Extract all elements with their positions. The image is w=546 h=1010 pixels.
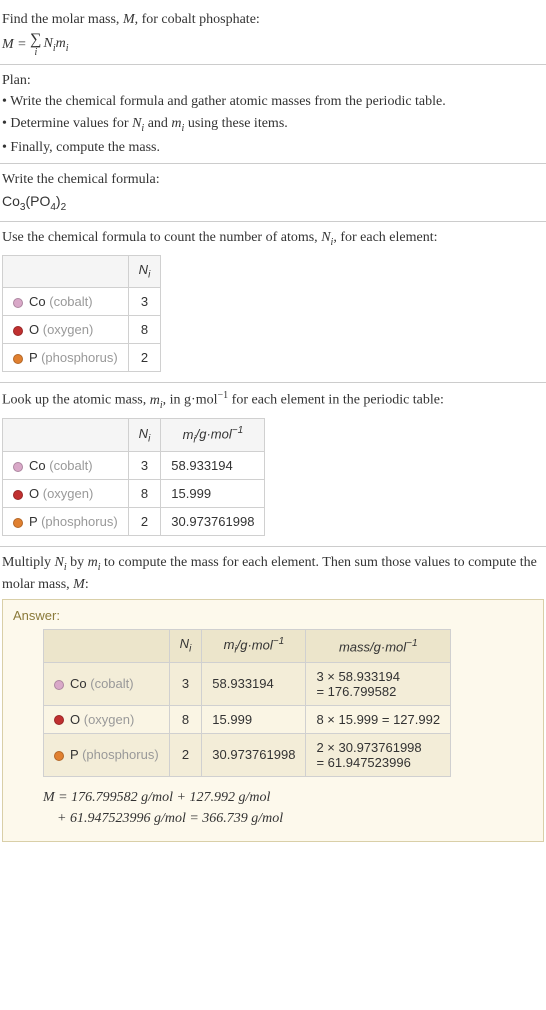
table-row: Co (cobalt) 3 58.933194 3 × 58.933194= 1… <box>44 662 451 705</box>
table-row: Co (cobalt) 3 <box>3 287 161 315</box>
element-dot-icon <box>54 751 64 761</box>
answer-table: Ni mi/g·mol−1 mass/g·mol−1 Co (cobalt) 3… <box>43 629 451 777</box>
element-dot-icon <box>13 518 23 528</box>
sigma-symbol: ∑ <box>30 32 41 48</box>
table-header-blank <box>44 629 170 662</box>
count-heading: Use the chemical formula to count the nu… <box>2 228 544 250</box>
table-header-ni: Ni <box>169 629 202 662</box>
table-header-blank <box>3 256 129 288</box>
element-dot-icon <box>13 354 23 364</box>
table-row: P (phosphorus) 2 30.973761998 2 × 30.973… <box>44 733 451 776</box>
answer-label: Answer: <box>13 608 533 623</box>
plan-bullet-2: • Determine values for Ni and mi using t… <box>2 114 544 136</box>
final-sum: M = 176.799582 g/mol + 127.992 g/mol + 6… <box>43 787 533 829</box>
molar-mass-formula: M = ∑ i Nimi <box>2 32 544 58</box>
plan-heading: Plan: <box>2 71 544 91</box>
answer-box: Answer: Ni mi/g·mol−1 mass/g·mol−1 Co (c… <box>2 599 544 842</box>
table-row: P (phosphorus) 2 <box>3 343 161 371</box>
table-header-mi: mi/g·mol−1 <box>202 629 306 662</box>
element-dot-icon <box>13 462 23 472</box>
table-row: P (phosphorus) 2 30.973761998 <box>3 508 265 536</box>
mass-calc: 2 × 30.973761998= 61.947523996 <box>306 733 451 776</box>
formula-section: Write the chemical formula: Co3(PO4)2 <box>0 164 546 221</box>
element-dot-icon <box>13 490 23 500</box>
intro-text: Find the molar mass, M, for cobalt phosp… <box>2 10 544 30</box>
chemical-formula: Co3(PO4)2 <box>2 192 544 215</box>
table-header-ni: Ni <box>128 256 161 288</box>
plan-bullet-1: • Write the chemical formula and gather … <box>2 92 544 112</box>
element-dot-icon <box>54 680 64 690</box>
element-dot-icon <box>13 298 23 308</box>
table-row: O (oxygen) 8 <box>3 315 161 343</box>
plan-section: Plan: • Write the chemical formula and g… <box>0 65 546 165</box>
sigma-index: i <box>34 48 37 58</box>
mass-calc: 8 × 15.999 = 127.992 <box>306 705 451 733</box>
table-header-mi: mi/g·mol−1 <box>161 419 265 452</box>
table-row: Co (cobalt) 3 58.933194 <box>3 452 265 480</box>
count-section: Use the chemical formula to count the nu… <box>0 222 546 383</box>
count-table: Ni Co (cobalt) 3 O (oxygen) 8 P (phospho… <box>2 255 161 372</box>
multiply-text: Multiply Ni by mi to compute the mass fo… <box>2 553 544 594</box>
table-row: O (oxygen) 8 15.999 <box>3 480 265 508</box>
table-header-mass: mass/g·mol−1 <box>306 629 451 662</box>
mass-heading: Look up the atomic mass, mi, in g·mol−1 … <box>2 389 544 412</box>
element-dot-icon <box>13 326 23 336</box>
formula-heading: Write the chemical formula: <box>2 170 544 190</box>
table-header-blank <box>3 419 129 452</box>
intro-section: Find the molar mass, M, for cobalt phosp… <box>0 4 546 65</box>
mass-section: Look up the atomic mass, mi, in g·mol−1 … <box>0 383 546 547</box>
mass-calc: 3 × 58.933194= 176.799582 <box>306 662 451 705</box>
plan-bullet-3: • Finally, compute the mass. <box>2 138 544 158</box>
multiply-section: Multiply Ni by mi to compute the mass fo… <box>0 547 546 845</box>
element-dot-icon <box>54 715 64 725</box>
mass-table: Ni mi/g·mol−1 Co (cobalt) 3 58.933194 O … <box>2 418 265 536</box>
table-row: O (oxygen) 8 15.999 8 × 15.999 = 127.992 <box>44 705 451 733</box>
table-header-ni: Ni <box>128 419 161 452</box>
